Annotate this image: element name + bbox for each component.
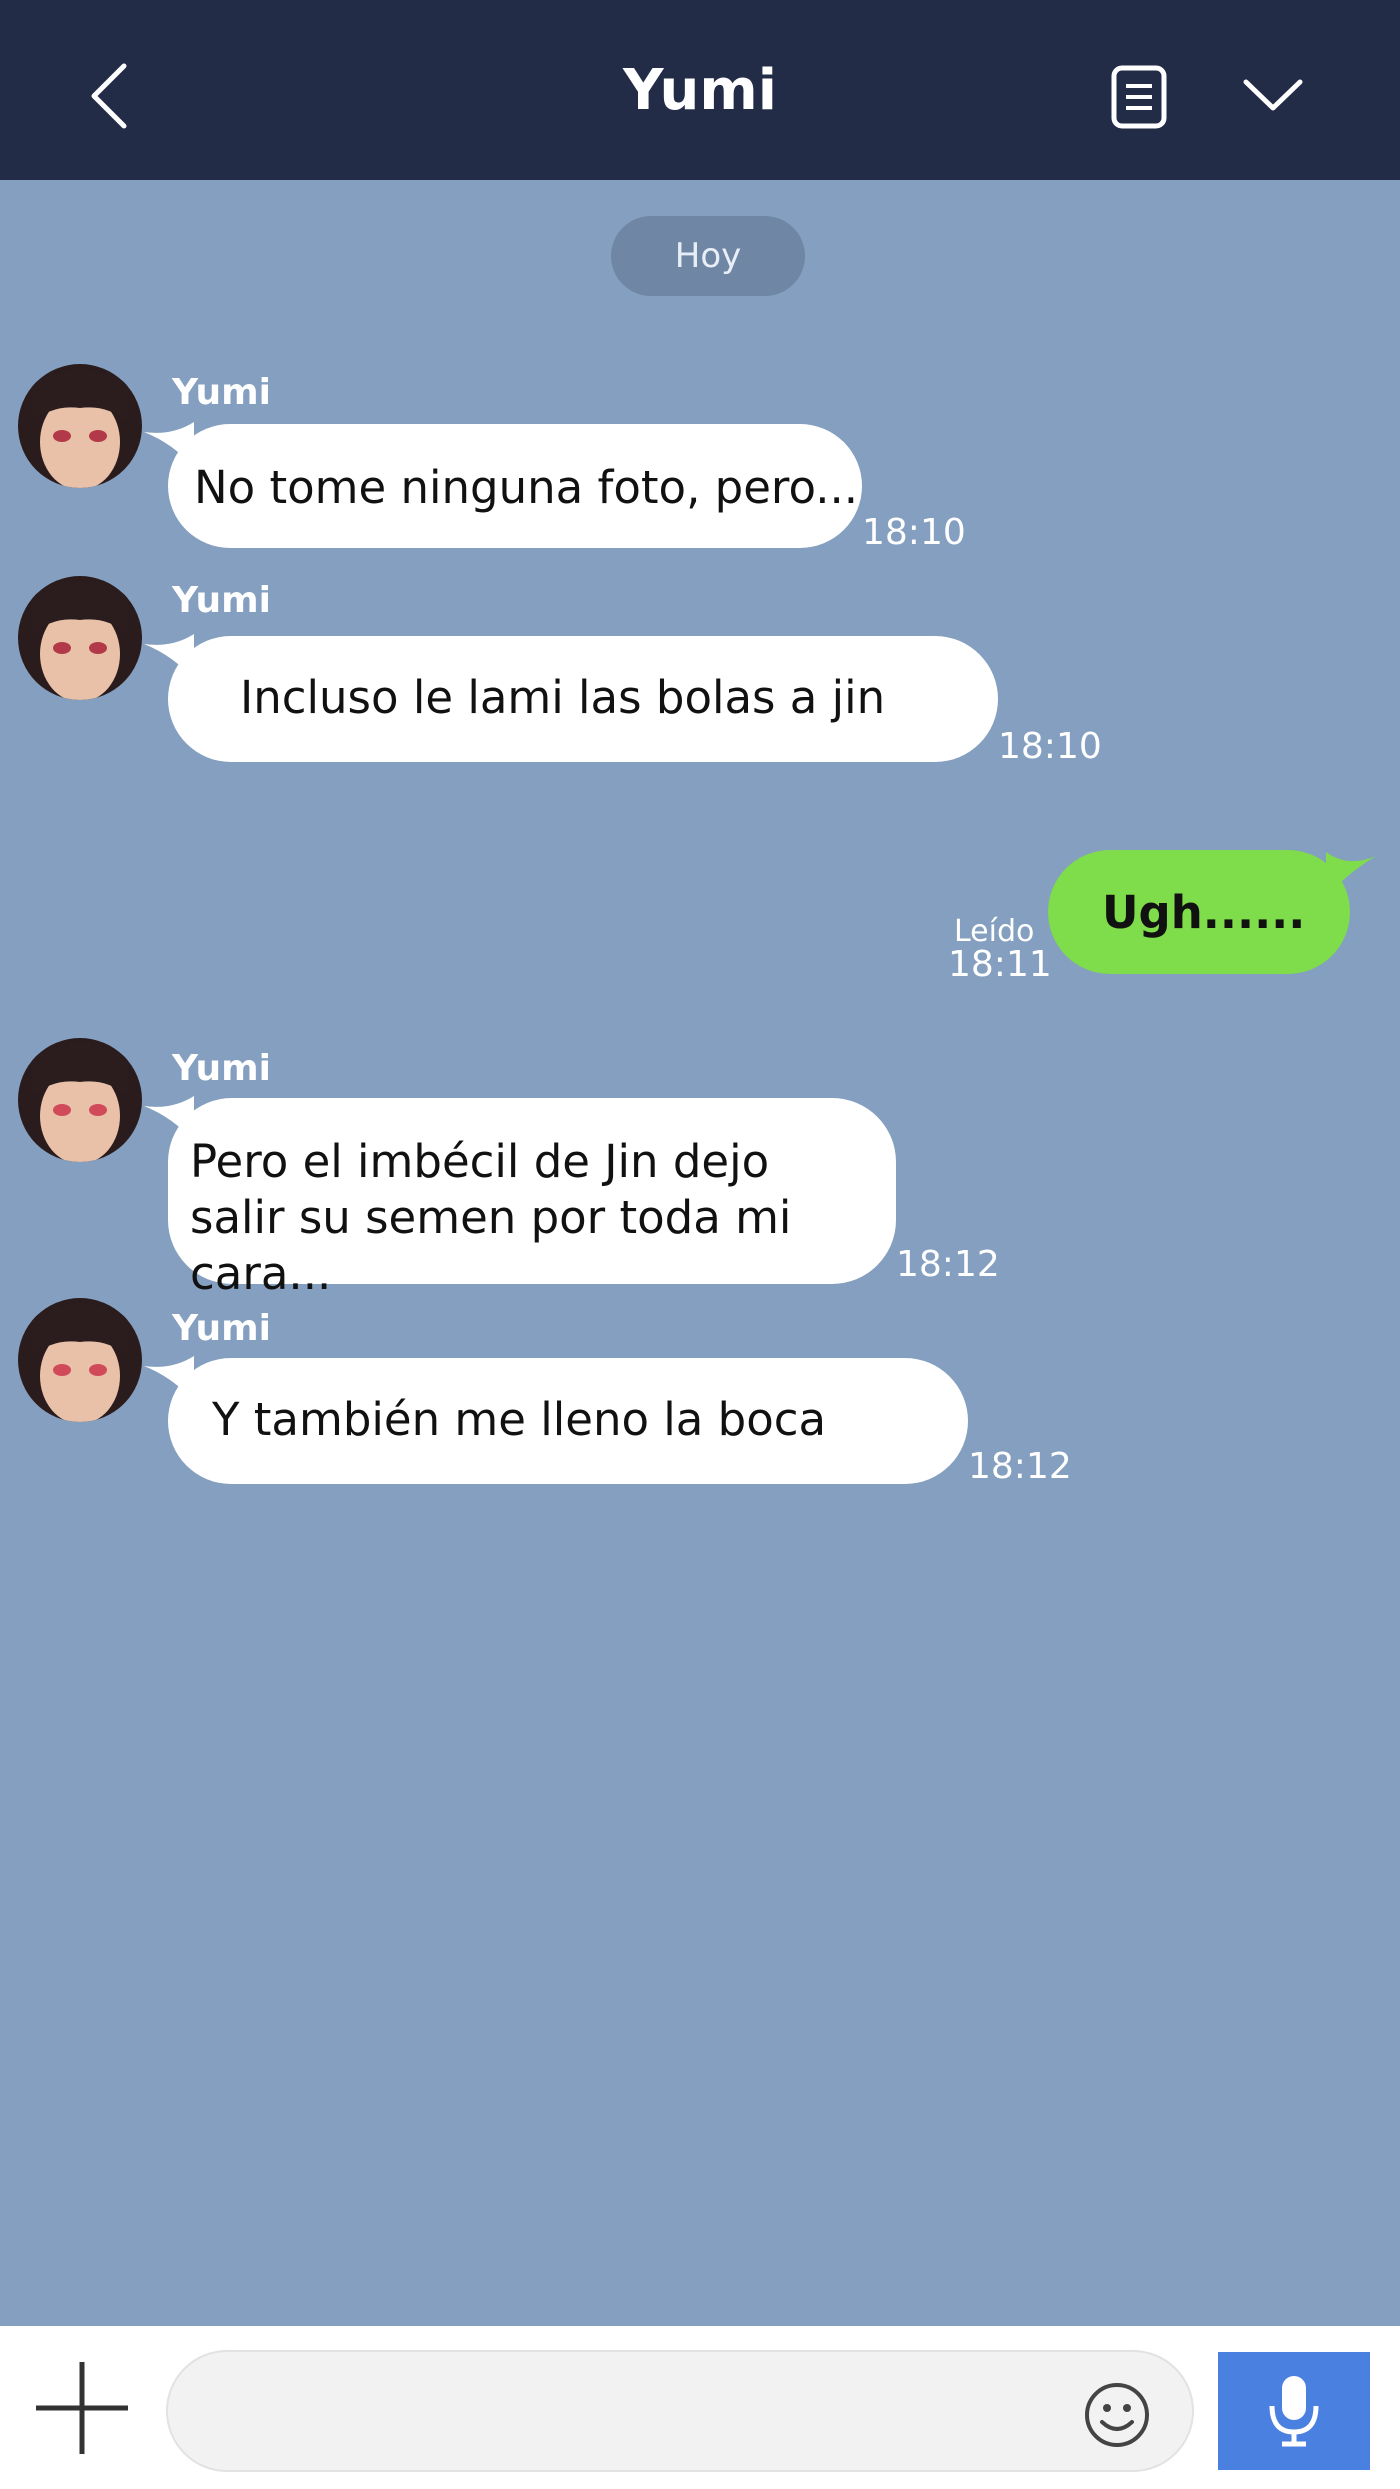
- chevron-down-icon[interactable]: [1240, 70, 1306, 120]
- message-bubble[interactable]: Pero el imbécil de Jin dejo salir su sem…: [144, 1096, 896, 1300]
- message-time: 18:12: [968, 1446, 1072, 1487]
- avatar[interactable]: [18, 364, 142, 488]
- message-time: 18:12: [896, 1244, 1000, 1285]
- message-text: Y también me lleno la boca: [212, 1393, 827, 1446]
- outgoing-message-bubble[interactable]: Ugh......: [1048, 850, 1376, 974]
- date-separator: Hoy: [611, 216, 805, 296]
- microphone-icon: [1269, 2376, 1319, 2447]
- voice-message-button[interactable]: [1218, 2352, 1370, 2470]
- sender-name: Yumi: [172, 1308, 271, 1349]
- chat-header: Yumi: [0, 0, 1400, 180]
- message-bubble[interactable]: Y también me lleno la boca: [144, 1356, 968, 1484]
- emoji-icon[interactable]: [1082, 2380, 1152, 2450]
- avatar[interactable]: [18, 576, 142, 700]
- message-bubble[interactable]: Incluso le lami las bolas a jin: [144, 634, 998, 762]
- message-time: 18:11: [948, 944, 1052, 985]
- message-text: No tome ninguna foto, pero...: [194, 461, 859, 514]
- sender-name: Yumi: [172, 1048, 271, 1089]
- sender-name: Yumi: [172, 372, 271, 413]
- message-text: Ugh......: [1102, 886, 1306, 939]
- message-time: 18:10: [862, 512, 966, 553]
- avatar[interactable]: [18, 1038, 142, 1162]
- message-bubble[interactable]: No tome ninguna foto, pero...: [144, 422, 862, 548]
- message-input[interactable]: [166, 2350, 1194, 2472]
- notes-icon[interactable]: [1108, 64, 1170, 130]
- sender-name: Yumi: [172, 580, 271, 621]
- message-text: Incluso le lami las bolas a jin: [240, 671, 886, 724]
- message-time: 18:10: [998, 726, 1102, 767]
- avatar[interactable]: [18, 1298, 142, 1422]
- chat-title: Yumi: [623, 58, 777, 123]
- message-text: Pero el imbécil de Jin dejo salir su sem…: [190, 1135, 792, 1300]
- plus-icon[interactable]: [34, 2360, 130, 2456]
